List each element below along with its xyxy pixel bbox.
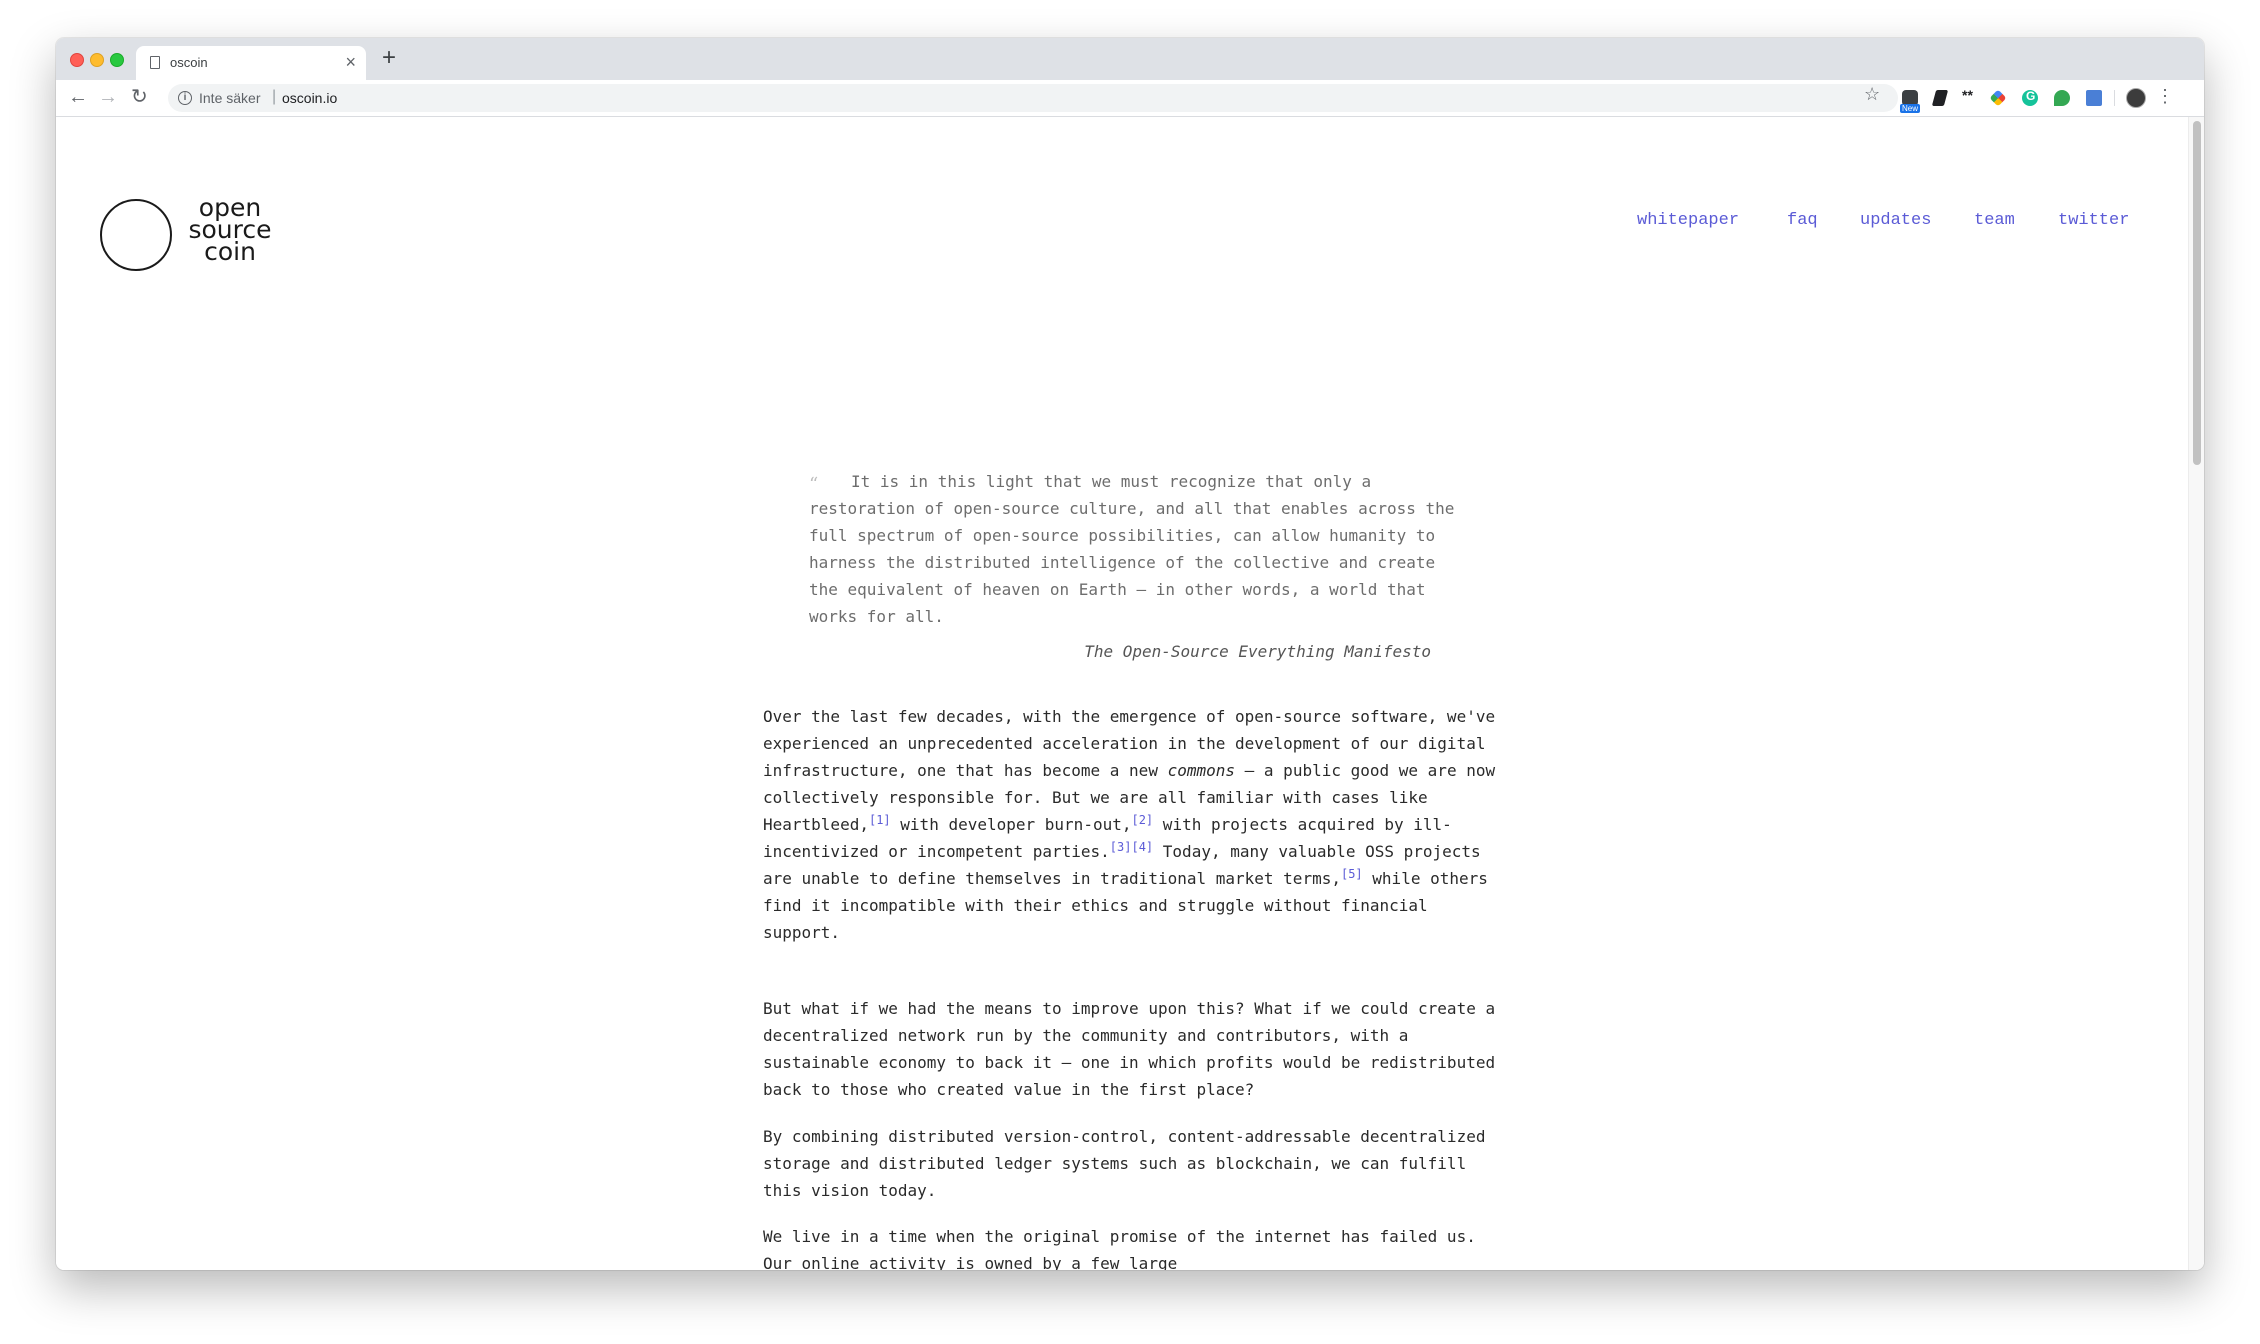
nav-link-whitepaper[interactable]: whitepaper	[1637, 211, 1739, 230]
logo-line: coin	[204, 237, 256, 266]
quote-text: It is in this light that we must recogni…	[809, 472, 1455, 626]
footnote-link[interactable]: [3]	[1110, 840, 1132, 854]
scrollbar-thumb[interactable]	[2193, 121, 2201, 465]
page-icon	[150, 56, 160, 69]
extension-icon[interactable]: **	[1962, 87, 1973, 103]
new-tab-button[interactable]: +	[382, 46, 396, 70]
paragraph: By combining distributed version-control…	[763, 1127, 1486, 1200]
close-window-button[interactable]	[70, 53, 84, 67]
minimize-window-button[interactable]	[90, 53, 104, 67]
url-text[interactable]: oscoin.io	[282, 90, 337, 106]
extension-icon[interactable]	[1989, 89, 2007, 107]
nav-link-team[interactable]: team	[1974, 211, 2015, 230]
url-separator: |	[272, 88, 277, 105]
paragraph: Over the last few decades, with the emer…	[763, 703, 1499, 946]
emphasis-text: commons	[1167, 761, 1236, 780]
tab-strip: oscoin × +	[56, 38, 2204, 80]
quote-mark-icon: “	[809, 474, 819, 495]
tab-title: oscoin	[170, 55, 208, 70]
extension-icon[interactable]	[1931, 90, 1949, 106]
scrollbar[interactable]	[2188, 117, 2204, 1270]
toolbar-divider	[2114, 90, 2115, 106]
browser-toolbar: ← → ↻ i Inte säker | oscoin.io ☆ New ** …	[56, 80, 2204, 117]
extension-icon[interactable]	[2054, 90, 2070, 106]
footnote-link[interactable]: [4]	[1131, 840, 1153, 854]
nav-link-faq[interactable]: faq	[1787, 211, 1818, 230]
nav-link-twitter[interactable]: twitter	[2058, 211, 2129, 230]
paragraph-text: with developer burn-out,	[890, 815, 1132, 834]
browser-window: oscoin × + ← → ↻ i Inte säker | oscoin.i…	[56, 38, 2204, 1270]
paragraph: We live in a time when the original prom…	[763, 1227, 1476, 1270]
tab-close-icon[interactable]: ×	[345, 53, 356, 71]
reload-icon[interactable]: ↻	[131, 86, 148, 108]
back-arrow-icon[interactable]: ←	[68, 86, 88, 108]
site-logo[interactable]: open source coin	[184, 195, 276, 266]
blockquote: “ It is in this light that we must recog…	[809, 468, 1455, 630]
profile-avatar[interactable]	[2126, 88, 2146, 108]
browser-tab[interactable]: oscoin ×	[136, 46, 366, 80]
paragraph: But what if we had the means to improve …	[763, 999, 1496, 1099]
quote-source: The Open-Source Everything Manifesto	[1084, 642, 1431, 661]
forward-arrow-icon[interactable]: →	[98, 86, 118, 108]
info-icon[interactable]: i	[178, 91, 192, 105]
logo-circle-icon[interactable]	[100, 199, 172, 271]
nav-link-updates[interactable]: updates	[1860, 211, 1931, 230]
grammarly-letter-icon: G	[2026, 89, 2036, 103]
extension-new-badge: New	[1900, 104, 1921, 113]
address-bar[interactable]: i Inte säker | oscoin.io	[168, 84, 1898, 112]
maximize-window-button[interactable]	[110, 53, 124, 67]
extension-icon[interactable]	[2086, 90, 2102, 106]
page-viewport: open source coin whitepaper faq updates …	[56, 117, 2204, 1270]
bookmark-star-icon[interactable]: ☆	[1864, 84, 1880, 105]
security-label[interactable]: Inte säker	[199, 90, 260, 106]
footnote-link[interactable]: [5]	[1341, 867, 1363, 881]
more-menu-icon[interactable]: ⋮	[2156, 86, 2174, 107]
footnote-link[interactable]: [1]	[869, 813, 891, 827]
footnote-link[interactable]: [2]	[1131, 813, 1153, 827]
